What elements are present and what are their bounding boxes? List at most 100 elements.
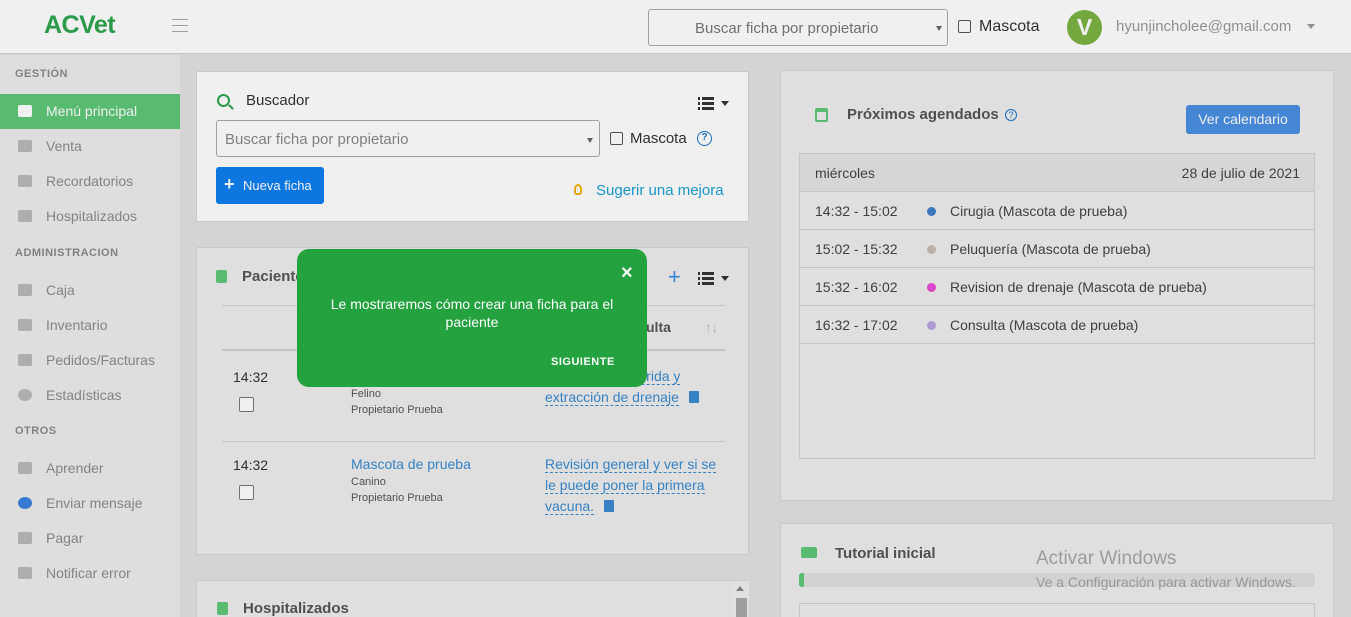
sidebar-item-hospitalizados[interactable]: Hospitalizados (0, 199, 180, 234)
row-checkbox[interactable] (239, 485, 254, 500)
sidebar-item-menu-principal[interactable]: Menú principal (0, 94, 180, 129)
close-icon[interactable]: × (621, 263, 633, 283)
hospitalizados-title: Hospitalizados (243, 600, 349, 617)
buscador-title: Buscador (246, 92, 310, 109)
search-icon (217, 94, 230, 107)
nueva-ficha-button[interactable]: + Nueva ficha (216, 167, 324, 204)
list-options-icon[interactable] (698, 272, 714, 285)
sidebar-item-caja[interactable]: Caja (0, 273, 180, 308)
consulta-text[interactable]: Revisión general y ver si se le puede po… (545, 456, 717, 515)
scrollbar-thumb[interactable] (736, 598, 747, 617)
app-logo[interactable]: ACVet (44, 11, 116, 40)
bug-icon (18, 567, 32, 579)
clipboard-icon (216, 270, 227, 283)
hospital-icon (217, 602, 228, 615)
sidebar-item-label: Menú principal (46, 103, 138, 119)
sidebar-item-aprender[interactable]: Aprender (0, 451, 180, 486)
sidebar-item-estadisticas[interactable]: Estadísticas (0, 378, 180, 413)
ver-calendario-button[interactable]: Ver calendario (1186, 105, 1300, 134)
owner-search-select[interactable]: Buscar ficha por propietario (648, 9, 948, 46)
sugerir-mejora-link[interactable]: Sugerir una mejora (596, 182, 724, 199)
status-dot (927, 283, 936, 292)
agenda-item[interactable]: 15:02 - 15:32 Peluquería (Mascota de pru… (800, 230, 1314, 268)
agenda-desc: Consulta (Mascota de prueba) (950, 317, 1139, 333)
owner-search-placeholder: Buscar ficha por propietario (695, 20, 879, 37)
pet-species: Felino (351, 388, 381, 400)
agenda-desc: Peluquería (Mascota de prueba) (950, 241, 1151, 257)
agenda-desc: Revision de drenaje (Mascota de prueba) (950, 279, 1207, 295)
pet-name-link[interactable]: Mascota de prueba (351, 456, 471, 472)
sidebar-item-label: Recordatorios (46, 173, 134, 189)
mascota-checkbox[interactable] (958, 20, 971, 33)
plus-icon: + (224, 174, 235, 194)
consulta-link[interactable]: Revisión general y ver si se le puede po… (545, 454, 717, 517)
proximos-agendados-card: Próximos agendados ? Ver calendario miér… (780, 70, 1334, 501)
agenda-time: 16:32 - 17:02 (815, 317, 898, 333)
help-icon[interactable]: ? (697, 131, 712, 146)
sidebar-item-enviar-mensaje[interactable]: Enviar mensaje (0, 486, 180, 521)
scroll-up-arrow-icon[interactable] (736, 586, 744, 591)
user-menu-caret-icon[interactable] (1307, 24, 1315, 29)
status-dot (927, 321, 936, 330)
siguiente-button[interactable]: SIGUIENTE (551, 356, 615, 368)
agenda-title: Próximos agendados (847, 106, 999, 123)
lightbulb-icon (574, 184, 582, 195)
sidebar-item-inventario[interactable]: Inventario (0, 308, 180, 343)
mascota-label[interactable]: Mascota (630, 130, 687, 147)
sidebar-section-otros: OTROS (15, 425, 57, 437)
tutorial-content (799, 603, 1315, 617)
book-icon (801, 547, 817, 558)
sidebar-item-notificar-error[interactable]: Notificar error (0, 556, 180, 591)
user-menu[interactable]: hyunjincholee@gmail.com (1116, 18, 1291, 35)
add-paciente-icon[interactable]: + (668, 266, 681, 288)
sidebar: GESTIÓN Menú principal Venta Recordatori… (0, 55, 180, 617)
agenda-table: miércoles 28 de julio de 2021 14:32 - 15… (799, 153, 1315, 459)
sidebar-section-administracion: ADMINISTRACION (15, 247, 119, 259)
sort-icon[interactable]: ↑↓ (705, 320, 718, 335)
sidebar-item-label: Inventario (46, 317, 108, 333)
owner-search-input[interactable]: Buscar ficha por propietario (216, 120, 600, 157)
mascota-label[interactable]: Mascota (979, 18, 1039, 36)
list-options-icon[interactable] (698, 97, 714, 110)
column-header-consulta[interactable]: ulta (646, 319, 671, 335)
sidebar-item-venta[interactable]: Venta (0, 129, 180, 164)
agenda-day-header: miércoles 28 de julio de 2021 (800, 154, 1314, 192)
sidebar-item-pagar[interactable]: Pagar (0, 521, 180, 556)
agenda-item[interactable]: 15:32 - 16:02 Revision de drenaje (Masco… (800, 268, 1314, 306)
trash-icon[interactable] (688, 391, 699, 403)
tutorial-title: Tutorial inicial (835, 545, 936, 562)
agenda-day: miércoles (815, 165, 875, 181)
table-divider (222, 441, 725, 442)
graduation-cap-icon (18, 462, 32, 474)
sidebar-item-pedidos-facturas[interactable]: Pedidos/Facturas (0, 343, 180, 378)
pet-owner: Propietario Prueba (351, 492, 443, 504)
cart-icon (18, 532, 32, 544)
agenda-time: 15:32 - 16:02 (815, 279, 898, 295)
avatar[interactable]: V (1067, 10, 1102, 45)
nueva-ficha-label: Nueva ficha (243, 178, 312, 193)
chevron-down-icon[interactable] (721, 101, 729, 106)
hospital-icon (18, 210, 32, 222)
home-icon (18, 105, 32, 117)
sidebar-item-label: Caja (46, 282, 75, 298)
hospitalizados-card: Hospitalizados (196, 580, 749, 617)
row-time: 14:32 (233, 457, 269, 473)
agenda-item[interactable]: 14:32 - 15:02 Cirugia (Mascota de prueba… (800, 192, 1314, 230)
row-checkbox[interactable] (239, 397, 254, 412)
agenda-item[interactable]: 16:32 - 17:02 Consulta (Mascota de prueb… (800, 306, 1314, 344)
pet-owner: Propietario Prueba (351, 404, 443, 416)
sidebar-item-label: Estadísticas (46, 387, 122, 403)
sidebar-item-recordatorios[interactable]: Recordatorios (0, 164, 180, 199)
pie-chart-icon (18, 389, 32, 401)
sidebar-section-gestion: GESTIÓN (15, 68, 69, 80)
menu-toggle-icon[interactable] (172, 19, 188, 34)
chevron-down-icon (936, 26, 942, 31)
help-icon[interactable]: ? (1005, 109, 1017, 121)
top-bar: ACVet Buscar ficha por propietario Masco… (0, 0, 1351, 54)
mascota-checkbox[interactable] (610, 132, 623, 145)
sidebar-item-label: Notificar error (46, 565, 131, 581)
chevron-down-icon[interactable] (721, 276, 729, 281)
buscador-card: Buscador Buscar ficha por propietario Ma… (196, 71, 749, 222)
trash-icon[interactable] (604, 500, 615, 512)
chevron-down-icon (587, 138, 593, 143)
